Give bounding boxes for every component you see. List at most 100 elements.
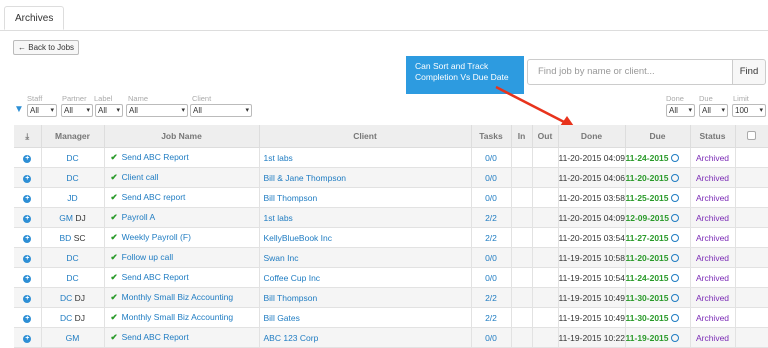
expand-cell[interactable]: + xyxy=(14,247,42,268)
plus-circle-icon[interactable]: + xyxy=(23,335,32,343)
plus-circle-icon[interactable]: + xyxy=(23,175,32,183)
job-name-link[interactable]: Send ABC Report xyxy=(122,332,189,342)
row-select-cell[interactable] xyxy=(735,267,768,288)
expand-cell[interactable]: + xyxy=(14,167,42,188)
expand-cell[interactable]: + xyxy=(14,327,42,348)
plus-circle-icon[interactable]: + xyxy=(23,295,32,303)
second-manager-initials[interactable]: DJ xyxy=(75,313,85,323)
column-header-status[interactable]: Status xyxy=(690,125,736,148)
plus-circle-icon[interactable]: + xyxy=(23,315,32,323)
job-name-link[interactable]: Follow up call xyxy=(122,252,174,262)
manager-initials[interactable]: JD xyxy=(67,193,77,203)
tasks-cell[interactable]: 0/0 xyxy=(471,147,512,168)
job-name-link[interactable]: Send ABC Report xyxy=(122,152,189,162)
table-row[interactable]: + DC ✔ Follow up call Swan Inc 0/0 11-19-2015… xyxy=(14,247,768,268)
expand-cell[interactable]: + xyxy=(14,227,42,248)
client-link[interactable]: Bill & Jane Thompson xyxy=(264,173,347,183)
row-select-cell[interactable] xyxy=(735,247,768,268)
row-select-cell[interactable] xyxy=(735,207,768,228)
tasks-cell[interactable]: 0/0 xyxy=(471,187,512,208)
second-manager-initials[interactable]: SC xyxy=(74,233,86,243)
partner-select[interactable]: All ▾ xyxy=(61,104,93,117)
column-header-manager[interactable]: Manager xyxy=(41,125,105,148)
client-link[interactable]: KellyBlueBook Inc xyxy=(264,233,333,243)
client-select[interactable]: All ▾ xyxy=(190,104,252,117)
client-link[interactable]: 1st labs xyxy=(264,153,293,163)
select-all-header[interactable] xyxy=(735,125,768,148)
manager-initials[interactable]: DC xyxy=(66,173,78,183)
search-input[interactable]: Find job by name or client... xyxy=(527,59,733,85)
manager-initials[interactable]: DC xyxy=(60,293,72,303)
tasks-cell[interactable]: 2/2 xyxy=(471,307,512,328)
plus-circle-icon[interactable]: + xyxy=(23,275,32,283)
client-link[interactable]: Bill Thompson xyxy=(264,293,318,303)
job-name-link[interactable]: Send ABC report xyxy=(122,192,186,202)
tasks-cell[interactable]: 2/2 xyxy=(471,287,512,308)
manager-initials[interactable]: DC xyxy=(66,253,78,263)
expand-cell[interactable]: + xyxy=(14,187,42,208)
filter-icon[interactable]: ▼ xyxy=(14,104,24,115)
row-select-cell[interactable] xyxy=(735,327,768,348)
table-row[interactable]: + DC ✔ Send ABC Report Coffee Cup Inc 0/0 11-… xyxy=(14,267,768,288)
plus-circle-icon[interactable]: + xyxy=(23,255,32,263)
table-row[interactable]: + DC ✔ Send ABC Report 1st labs 0/0 11-20-201… xyxy=(14,147,768,168)
tasks-cell[interactable]: 2/2 xyxy=(471,227,512,248)
column-header-job-name[interactable]: Job Name xyxy=(104,125,260,148)
row-select-cell[interactable] xyxy=(735,147,768,168)
tasks-cell[interactable]: 0/0 xyxy=(471,327,512,348)
column-header-due[interactable]: Due xyxy=(625,125,691,148)
plus-circle-icon[interactable]: + xyxy=(23,195,32,203)
job-name-link[interactable]: Weekly Payroll (F) xyxy=(122,232,191,242)
table-row[interactable]: + JD ✔ Send ABC report Bill Thompson 0/0 11-2… xyxy=(14,187,768,208)
row-select-cell[interactable] xyxy=(735,287,768,308)
label-select[interactable]: All ▾ xyxy=(95,104,123,117)
job-name-link[interactable]: Client call xyxy=(122,172,159,182)
second-manager-initials[interactable]: DJ xyxy=(75,293,85,303)
job-name-link[interactable]: Send ABC Report xyxy=(122,272,189,282)
row-select-cell[interactable] xyxy=(735,187,768,208)
tasks-cell[interactable]: 0/0 xyxy=(471,167,512,188)
job-name-link[interactable]: Monthly Small Biz Accounting xyxy=(122,312,234,322)
expand-cell[interactable]: + xyxy=(14,307,42,328)
expand-cell[interactable]: + xyxy=(14,267,42,288)
find-button[interactable]: Find xyxy=(732,59,766,85)
due-select[interactable]: All ▾ xyxy=(699,104,728,117)
table-row[interactable]: + DC ✔ Client call Bill & Jane Thompson 0/0 1… xyxy=(14,167,768,188)
column-header-tasks[interactable]: Tasks xyxy=(471,125,512,148)
client-link[interactable]: 1st labs xyxy=(264,213,293,223)
job-name-link[interactable]: Monthly Small Biz Accounting xyxy=(122,292,234,302)
table-row[interactable]: + BD SC ✔ Weekly Payroll (F) KellyBlueBook I… xyxy=(14,227,768,248)
client-link[interactable]: Coffee Cup Inc xyxy=(264,273,321,283)
client-link[interactable]: Swan Inc xyxy=(264,253,299,263)
column-header-out[interactable]: Out xyxy=(532,125,559,148)
column-header-in[interactable]: In xyxy=(511,125,533,148)
tasks-cell[interactable]: 0/0 xyxy=(471,247,512,268)
manager-initials[interactable]: DC xyxy=(60,313,72,323)
manager-initials[interactable]: DC xyxy=(66,153,78,163)
table-row[interactable]: + GM DJ ✔ Payroll A 1st labs 2/2 11-20-2015 04… xyxy=(14,207,768,228)
tab-archives[interactable]: Archives xyxy=(4,6,65,30)
plus-circle-icon[interactable]: + xyxy=(23,235,32,243)
export-column-header[interactable]: ⤓ xyxy=(14,125,42,148)
expand-cell[interactable]: + xyxy=(14,287,42,308)
done-select[interactable]: All ▾ xyxy=(666,104,695,117)
row-select-cell[interactable] xyxy=(735,167,768,188)
manager-initials[interactable]: DC xyxy=(66,273,78,283)
row-select-cell[interactable] xyxy=(735,307,768,328)
column-header-client[interactable]: Client xyxy=(259,125,472,148)
manager-initials[interactable]: GM xyxy=(59,213,73,223)
select-all-checkbox[interactable] xyxy=(747,130,756,140)
column-header-done[interactable]: Done xyxy=(558,125,626,148)
staff-select[interactable]: All ▾ xyxy=(27,104,57,117)
expand-cell[interactable]: + xyxy=(14,207,42,228)
tasks-cell[interactable]: 2/2 xyxy=(471,207,512,228)
manager-initials[interactable]: GM xyxy=(66,333,80,343)
client-link[interactable]: Bill Thompson xyxy=(264,193,318,203)
tasks-cell[interactable]: 0/0 xyxy=(471,267,512,288)
client-link[interactable]: ABC 123 Corp xyxy=(264,333,319,343)
download-icon[interactable]: ⤓ xyxy=(25,131,29,141)
manager-initials[interactable]: BD xyxy=(60,233,72,243)
table-row[interactable]: + DC DJ ✔ Monthly Small Biz Accounting Bill … xyxy=(14,287,768,308)
plus-circle-icon[interactable]: + xyxy=(23,155,32,163)
limit-select[interactable]: 100 ▾ xyxy=(732,104,766,117)
